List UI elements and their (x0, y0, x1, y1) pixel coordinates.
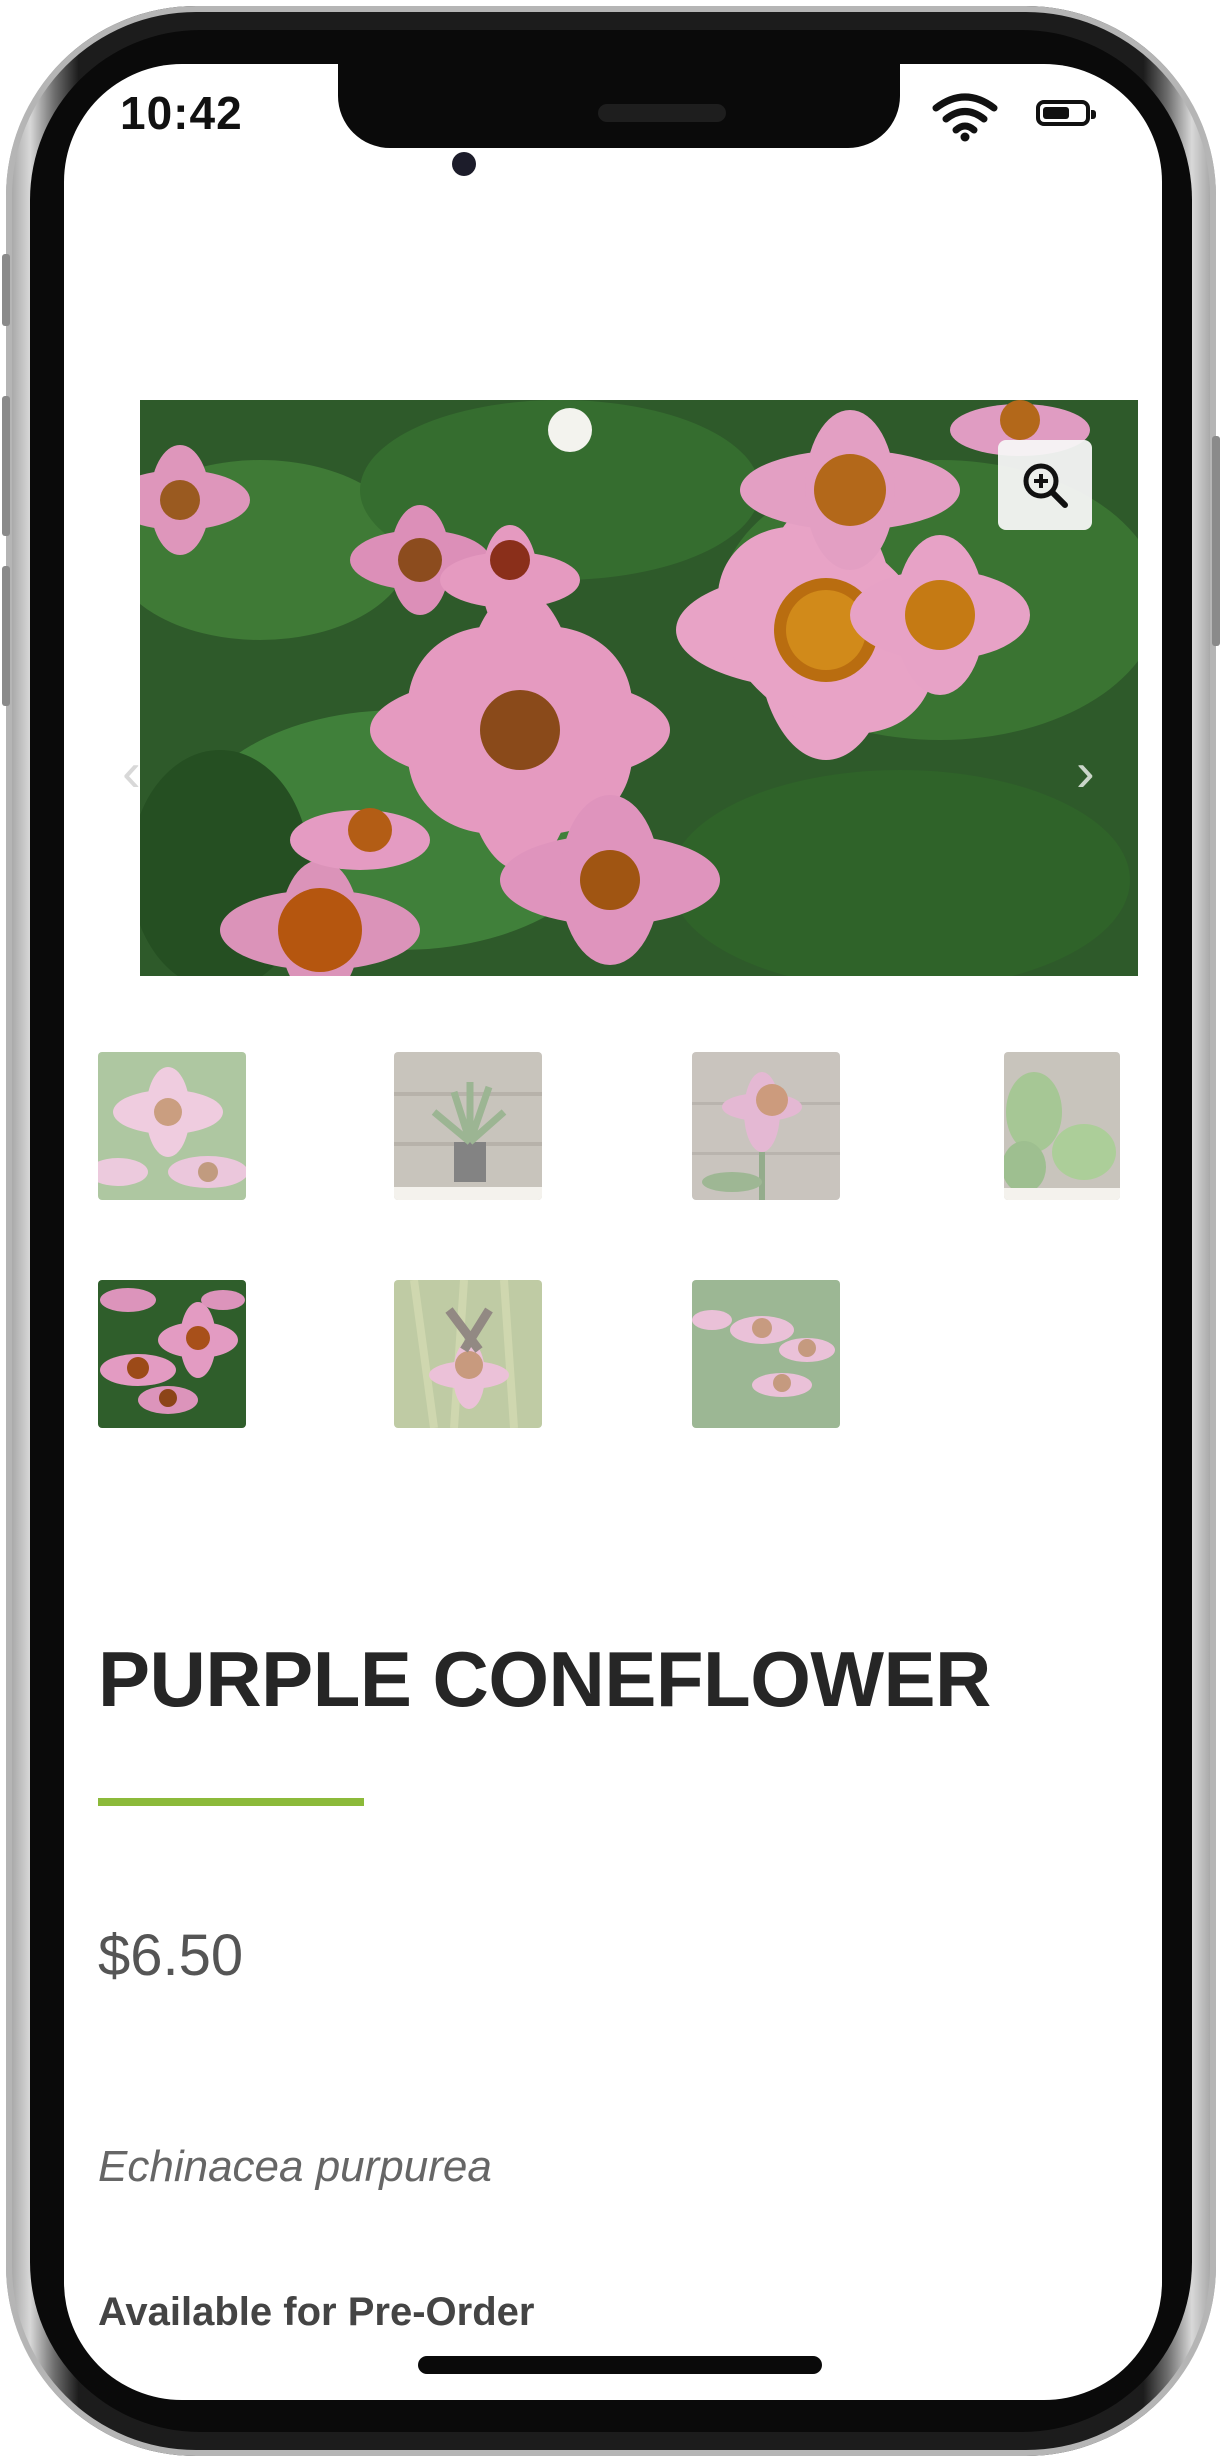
thumbnail-6[interactable] (394, 1280, 542, 1428)
chevron-right-icon[interactable]: › (1076, 739, 1095, 804)
volume-up-button (2, 396, 10, 536)
wifi-icon (932, 93, 998, 142)
volume-down-button (2, 566, 10, 706)
chevron-left-icon[interactable]: ‹ (122, 739, 141, 804)
power-button (1212, 436, 1220, 646)
zoom-in-icon (1023, 463, 1068, 508)
thumbnail-image (692, 1052, 840, 1200)
scientific-name: Echinacea purpurea (98, 2142, 492, 2191)
title-accent-divider (98, 1798, 364, 1806)
availability-status: Available for Pre-Order (98, 2290, 535, 2334)
product-price: $6.50 (98, 1923, 244, 1988)
screen: 10:42 ‹ › PURPLE CONEFLOWER $6.50 Echina… (64, 64, 1162, 2400)
thumbnail-image (394, 1052, 542, 1200)
thumbnail-2[interactable] (394, 1052, 542, 1200)
zoom-button[interactable] (998, 440, 1092, 530)
product-title: PURPLE CONEFLOWER (98, 1635, 991, 1723)
coneflower-photo (140, 400, 1138, 976)
speaker (598, 104, 726, 122)
thumbnail-5-selected[interactable] (98, 1280, 246, 1428)
status-time: 10:42 (120, 87, 243, 139)
thumbnail-image (692, 1280, 840, 1428)
thumbnail-image (98, 1280, 246, 1428)
thumbnail-image (394, 1280, 542, 1428)
mute-switch (2, 254, 10, 326)
thumbnail-7[interactable] (692, 1280, 840, 1428)
front-camera (452, 152, 476, 176)
thumbnail-1[interactable] (98, 1052, 246, 1200)
thumbnail-3[interactable] (692, 1052, 840, 1200)
thumbnail-image (1004, 1052, 1120, 1200)
home-indicator[interactable] (418, 2356, 822, 2374)
thumbnail-image (98, 1052, 246, 1200)
thumbnail-4[interactable] (1004, 1052, 1120, 1200)
main-product-image[interactable] (140, 400, 1138, 976)
battery-icon (1036, 100, 1096, 126)
